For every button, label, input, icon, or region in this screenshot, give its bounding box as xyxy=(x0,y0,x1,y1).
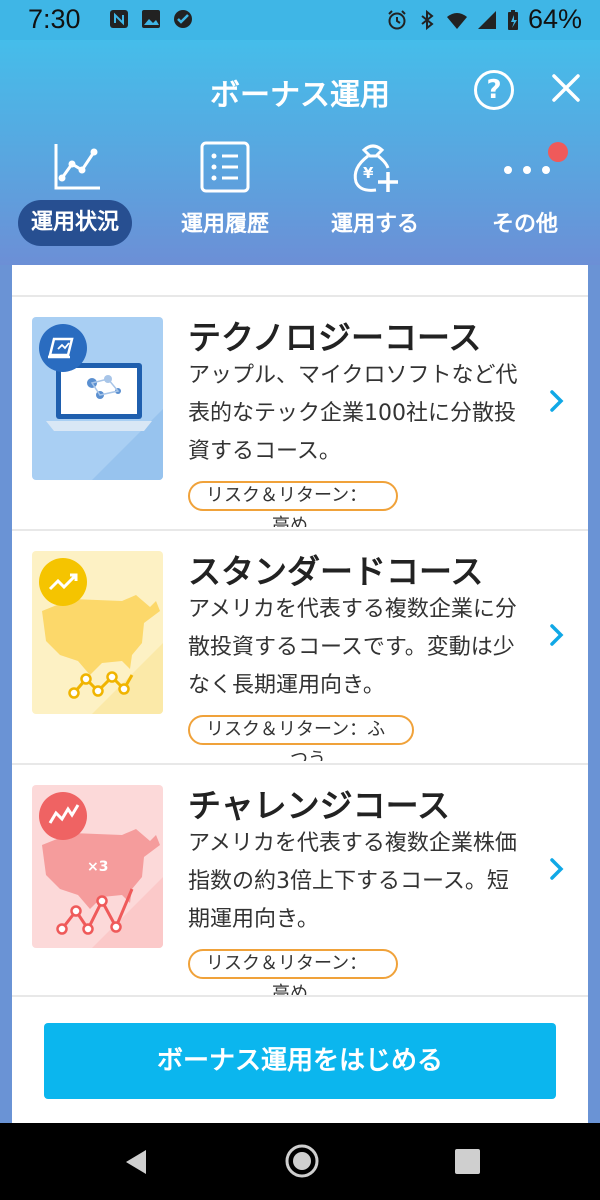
tab-invest-label: 運用する xyxy=(330,212,419,237)
recent-apps-icon[interactable] xyxy=(455,1149,480,1174)
app-header: ボーナス運用 ? 運用状況 運用履歴 ¥ 運用する その他 xyxy=(0,40,600,265)
list-icon xyxy=(200,141,250,193)
course-description: アップル、マイクロソフトなど代表的なテック企業100社に分散投資するコース。 xyxy=(188,363,518,464)
tab-status-label: 運用状況 xyxy=(18,200,132,246)
course-name: テクノロジーコース xyxy=(188,318,482,357)
tab-invest[interactable]: ¥ 運用する xyxy=(310,140,440,255)
course-item-challenge[interactable]: ×3 チャレンジコース アメリカを代表する複数企業株価指数の約3倍上下するコース… xyxy=(12,765,588,995)
money-bag-add-icon: ¥ xyxy=(353,144,398,192)
tab-history-label: 運用履歴 xyxy=(180,212,269,237)
risk-badge: リスク＆リターン： xyxy=(188,481,398,511)
svg-text:¥: ¥ xyxy=(363,164,374,182)
check-circle-icon xyxy=(174,10,192,28)
course-thumb-standard xyxy=(32,551,163,714)
line-chart-icon xyxy=(54,144,100,190)
close-icon[interactable] xyxy=(548,70,584,106)
divider xyxy=(12,995,588,997)
laptop-icon xyxy=(39,324,163,480)
course-item-technology[interactable]: テクノロジーコース アップル、マイクロソフトなど代表的なテック企業100社に分散… xyxy=(12,297,588,527)
risk-badge: リスク＆リターン：ふ xyxy=(188,715,414,745)
home-icon[interactable] xyxy=(284,1143,320,1179)
wifi-icon xyxy=(446,12,467,29)
course-description: アメリカを代表する複数企業に分散投資するコースです。変動は少なく長期運用向き。 xyxy=(188,597,517,698)
course-name: チャレンジコース xyxy=(188,786,451,825)
chevron-right-icon xyxy=(550,624,564,646)
back-icon[interactable] xyxy=(122,1147,150,1177)
status-bar: 7:30 64% xyxy=(0,0,600,40)
cell-signal-icon xyxy=(477,10,496,29)
tab-other-label: その他 xyxy=(491,212,558,237)
main-area: テクノロジーコース アップル、マイクロソフトなど代表的なテック企業100社に分散… xyxy=(0,265,600,1123)
battery-icon xyxy=(507,9,518,30)
course-name: スタンダードコース xyxy=(188,552,484,591)
svg-text:×3: ×3 xyxy=(87,859,108,875)
course-thumb-challenge: ×3 xyxy=(32,785,163,948)
alarm-icon xyxy=(388,9,406,29)
more-dots-icon xyxy=(504,166,550,174)
risk-level: 高め xyxy=(272,515,308,527)
system-nav-bar xyxy=(0,1123,600,1200)
course-thumb-technology xyxy=(32,317,163,480)
bluetooth-icon xyxy=(421,9,434,30)
tab-history[interactable]: 運用履歴 xyxy=(160,140,290,255)
course-description: アメリカを代表する複数企業株価指数の約3倍上下するコース。短期運用向き。 xyxy=(188,831,517,932)
risk-level: つう xyxy=(290,749,326,761)
status-system-icons: 64% xyxy=(386,4,582,35)
chevron-right-icon xyxy=(550,390,564,412)
risk-level: 高め xyxy=(272,983,308,995)
status-time: 7:30 xyxy=(28,4,81,34)
usa-map-x3-icon: ×3 xyxy=(39,792,163,948)
risk-badge: リスク＆リターン： xyxy=(188,949,398,979)
status-notification-icons xyxy=(108,8,194,30)
start-bonus-button[interactable]: ボーナス運用をはじめる xyxy=(44,1023,556,1099)
course-item-standard[interactable]: スタンダードコース アメリカを代表する複数企業に分散投資するコースです。変動は少… xyxy=(12,531,588,761)
battery-percent: 64% xyxy=(527,4,582,34)
tab-status[interactable]: 運用状況 xyxy=(10,140,140,255)
help-button[interactable]: ? xyxy=(474,70,514,110)
usa-map-icon xyxy=(39,558,163,714)
chevron-right-icon xyxy=(550,858,564,880)
notification-badge xyxy=(548,142,568,162)
nfc-icon xyxy=(110,10,128,28)
course-panel: テクノロジーコース アップル、マイクロソフトなど代表的なテック企業100社に分散… xyxy=(12,265,588,1123)
image-icon xyxy=(142,10,160,28)
tab-other[interactable]: その他 xyxy=(460,140,590,255)
